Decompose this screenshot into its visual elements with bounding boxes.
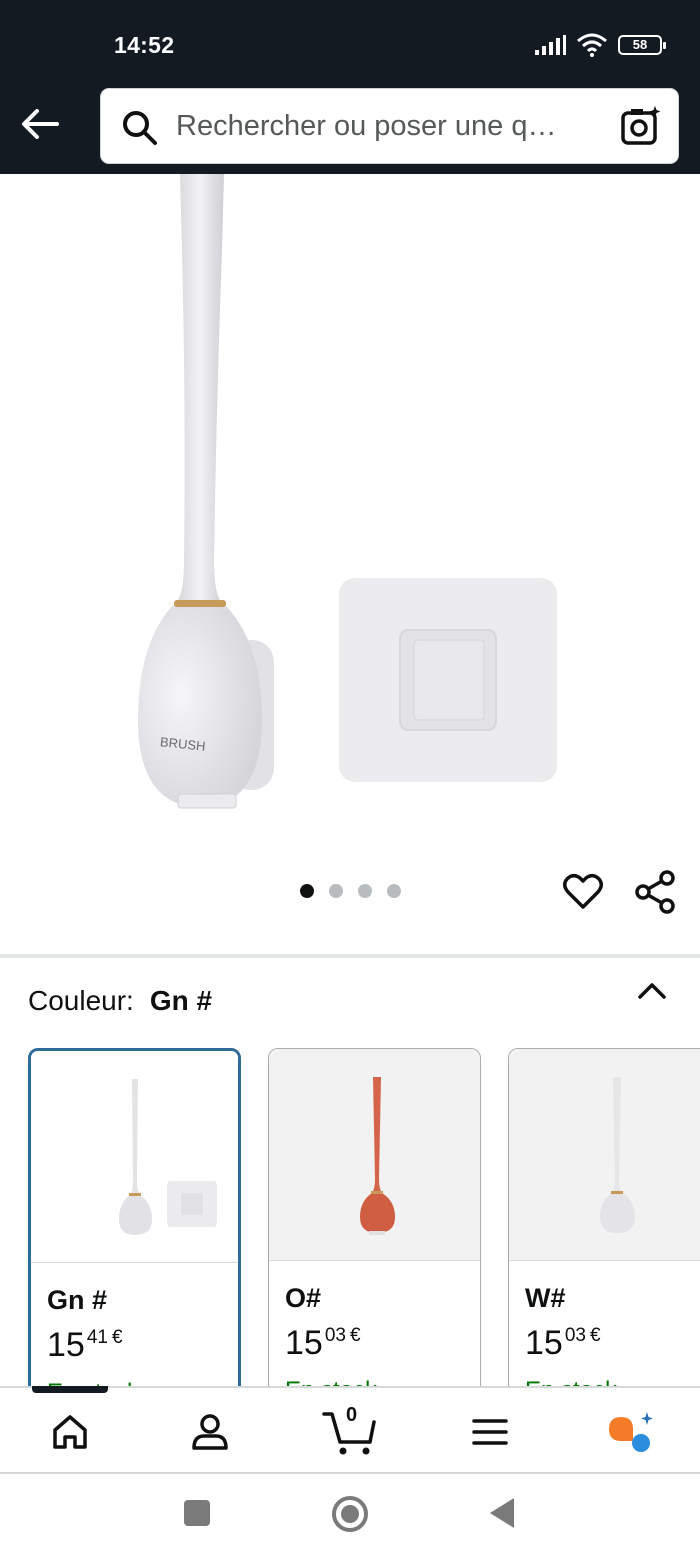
cart-count: 0: [346, 1404, 358, 1426]
product-image[interactable]: BRUSH: [0, 174, 700, 864]
app-header: Rechercher ou poser une q…: [0, 88, 700, 174]
brush-thumbnail: [119, 1079, 217, 1235]
back-button[interactable]: [18, 102, 62, 146]
color-option-price: 15 41 €: [47, 1326, 123, 1365]
home-system-icon[interactable]: [330, 1494, 370, 1534]
carousel-dot[interactable]: [329, 884, 343, 898]
color-option-name: Gn #: [47, 1285, 108, 1315]
color-option-price: 15 03 €: [525, 1324, 601, 1363]
search-bar[interactable]: Rechercher ou poser une q…: [100, 88, 679, 164]
signal-icon: [535, 35, 566, 55]
product-photo: BRUSH: [138, 174, 557, 809]
heart-icon[interactable]: [562, 870, 604, 912]
color-option-w[interactable]: W# 1503€ En stock: [508, 1048, 700, 1408]
price-currency: €: [589, 1325, 601, 1346]
carousel-dot[interactable]: [300, 884, 314, 898]
color-option-price: 15 03 €: [285, 1324, 361, 1363]
price-fraction: 03: [564, 1325, 586, 1346]
camera-search-icon[interactable]: [620, 105, 662, 147]
price-currency: €: [349, 1325, 361, 1346]
price-whole: 15: [525, 1324, 563, 1362]
battery-icon: 58: [618, 35, 666, 55]
color-option-image: [509, 1049, 700, 1261]
nav-assistant[interactable]: [600, 1406, 660, 1458]
price-whole: 15: [47, 1326, 85, 1364]
carousel-dot[interactable]: [387, 884, 401, 898]
chevron-up-icon[interactable]: [632, 975, 672, 1005]
bottom-navigation: 0: [0, 1386, 700, 1474]
share-icon[interactable]: [634, 870, 676, 914]
wifi-icon: [577, 33, 607, 57]
nav-menu[interactable]: [460, 1406, 520, 1458]
color-option-name: W#: [525, 1283, 566, 1313]
brush-thumbnail: [360, 1077, 395, 1235]
color-option-name: O#: [285, 1283, 322, 1313]
color-selected-value: Gn #: [149, 985, 213, 1016]
status-icons: 58: [534, 33, 666, 57]
color-option-o[interactable]: O# 1503€ En stock: [268, 1048, 481, 1408]
nav-home[interactable]: [40, 1406, 100, 1458]
nav-cart[interactable]: 0: [318, 1404, 382, 1458]
carousel-dot[interactable]: [358, 884, 372, 898]
battery-level: 58: [632, 37, 648, 52]
active-tab-indicator: [32, 1386, 108, 1393]
back-arrow-icon: [22, 109, 59, 139]
search-icon: [123, 111, 157, 145]
color-selector-header: Couleur: Gn #: [28, 985, 212, 1017]
carousel-indicator: [300, 884, 401, 898]
section-divider: [0, 954, 700, 958]
price-fraction: 41: [86, 1327, 108, 1348]
nav-account[interactable]: [180, 1406, 240, 1458]
user-icon: [192, 1414, 228, 1450]
price-currency: €: [111, 1327, 123, 1348]
color-option-image: [31, 1051, 238, 1263]
brush-thumbnail: [600, 1077, 635, 1233]
back-system-icon[interactable]: [486, 1496, 518, 1530]
status-bar: 14:52 58: [0, 0, 700, 88]
recents-icon[interactable]: [182, 1498, 212, 1528]
status-time: 14:52: [114, 32, 175, 58]
color-option-image: [269, 1049, 480, 1261]
system-navigation-bar: [0, 1474, 700, 1556]
price-whole: 15: [285, 1324, 323, 1362]
price-fraction: 03: [324, 1325, 346, 1346]
search-input[interactable]: Rechercher ou poser une q…: [176, 110, 601, 143]
menu-icon: [472, 1419, 508, 1445]
home-icon: [53, 1415, 87, 1449]
color-option-gn[interactable]: Gn # 1541€ En stock: [28, 1048, 241, 1408]
assistant-icon: [609, 1412, 653, 1452]
color-label: Couleur:: [28, 985, 134, 1016]
